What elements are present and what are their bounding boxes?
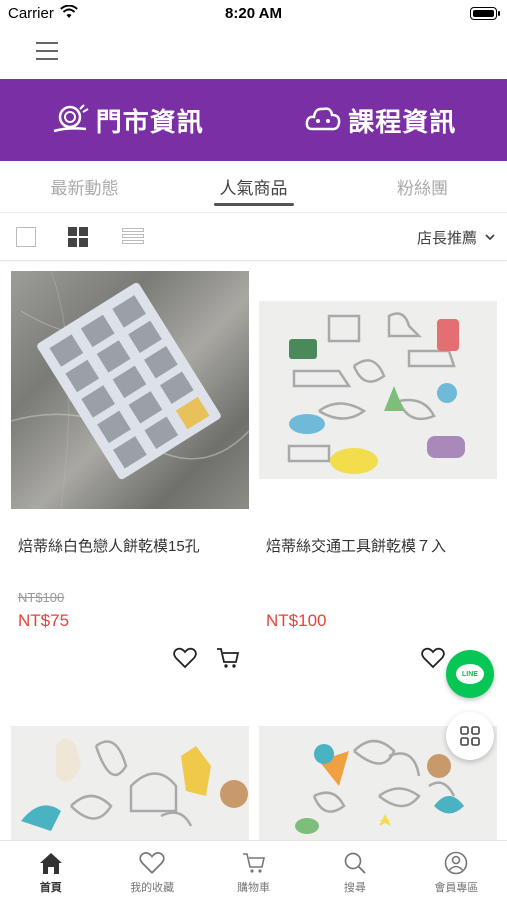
chevron-down-icon: [485, 234, 495, 241]
cookie-mold-photo: [21, 738, 248, 831]
nav-favorites[interactable]: 我的收藏: [101, 841, 202, 900]
nav-cart-label: 購物車: [237, 882, 271, 894]
user-icon: [445, 851, 468, 875]
search-icon: [344, 852, 366, 874]
nav-search[interactable]: 搜尋: [304, 841, 405, 900]
nav-member-label: 會員專區: [434, 882, 479, 894]
bottom-navigation: 首頁 我的收藏 購物車 搜尋 會員專區: [0, 840, 507, 900]
nav-search-label: 搜尋: [343, 882, 366, 894]
product-image[interactable]: [259, 271, 497, 509]
line-icon: LINE: [456, 664, 484, 684]
product-card[interactable]: [11, 271, 249, 509]
home-icon: [39, 853, 62, 874]
tab-popular-products[interactable]: 人氣商品: [169, 161, 338, 212]
product-original-price: NT$100: [18, 590, 65, 605]
tab-latest-news[interactable]: 最新動態: [0, 161, 169, 212]
product-price: NT$100: [266, 611, 327, 630]
info-banner: 門市資訊 課程資訊: [0, 79, 507, 161]
view-toolbar: 店長推薦: [0, 213, 507, 261]
sort-dropdown[interactable]: 店長推薦: [417, 227, 495, 248]
product-name[interactable]: 焙蒂絲交通工具餅乾模７入: [266, 535, 504, 556]
single-view-checkbox[interactable]: [16, 227, 36, 247]
cloud-icon: [305, 107, 341, 131]
nav-home[interactable]: 首頁: [0, 841, 101, 900]
content-tabs: 最新動態 人氣商品 粉絲團: [0, 161, 507, 213]
grid-view-icon[interactable]: [68, 227, 88, 247]
clock: 8:20 AM: [225, 5, 282, 22]
cookie-mold-photo: [11, 271, 249, 509]
product-image[interactable]: [11, 726, 249, 840]
store-info-label: 門市資訊: [95, 106, 204, 137]
product-image[interactable]: [11, 271, 249, 509]
tab-fan-page[interactable]: 粉絲團: [338, 161, 507, 212]
line-chat-button[interactable]: LINE: [446, 650, 494, 698]
heart-icon: [139, 852, 165, 874]
list-view-icon[interactable]: [122, 228, 144, 246]
quick-menu-button[interactable]: [446, 712, 494, 760]
nav-cart[interactable]: 購物車: [203, 841, 304, 900]
course-info-label: 課程資訊: [348, 106, 457, 137]
product-card[interactable]: [11, 726, 249, 840]
product-price: NT$75: [18, 611, 70, 630]
app-bar: [0, 28, 507, 78]
grid-menu-icon: [460, 726, 480, 746]
nav-favorites-label: 我的收藏: [130, 882, 175, 894]
sort-label: 店長推薦: [416, 230, 477, 247]
nav-member[interactable]: 會員專區: [406, 841, 507, 900]
battery-icon: [470, 7, 500, 20]
snail-icon: [53, 104, 89, 133]
menu-icon[interactable]: [36, 42, 58, 60]
product-card[interactable]: [259, 271, 497, 509]
status-bar: Carrier 8:20 AM: [0, 0, 507, 28]
favorite-heart-icon[interactable]: [173, 647, 197, 669]
product-name[interactable]: 焙蒂絲白色戀人餅乾模15孔: [18, 535, 256, 556]
favorite-heart-icon[interactable]: [421, 647, 445, 669]
store-info-button[interactable]: 門市資訊: [0, 79, 254, 161]
nav-home-label: 首頁: [39, 882, 62, 894]
cookie-mold-photo: [259, 301, 497, 479]
course-info-button[interactable]: 課程資訊: [254, 79, 507, 161]
add-to-cart-icon[interactable]: [216, 646, 240, 670]
cart-icon: [242, 853, 265, 873]
